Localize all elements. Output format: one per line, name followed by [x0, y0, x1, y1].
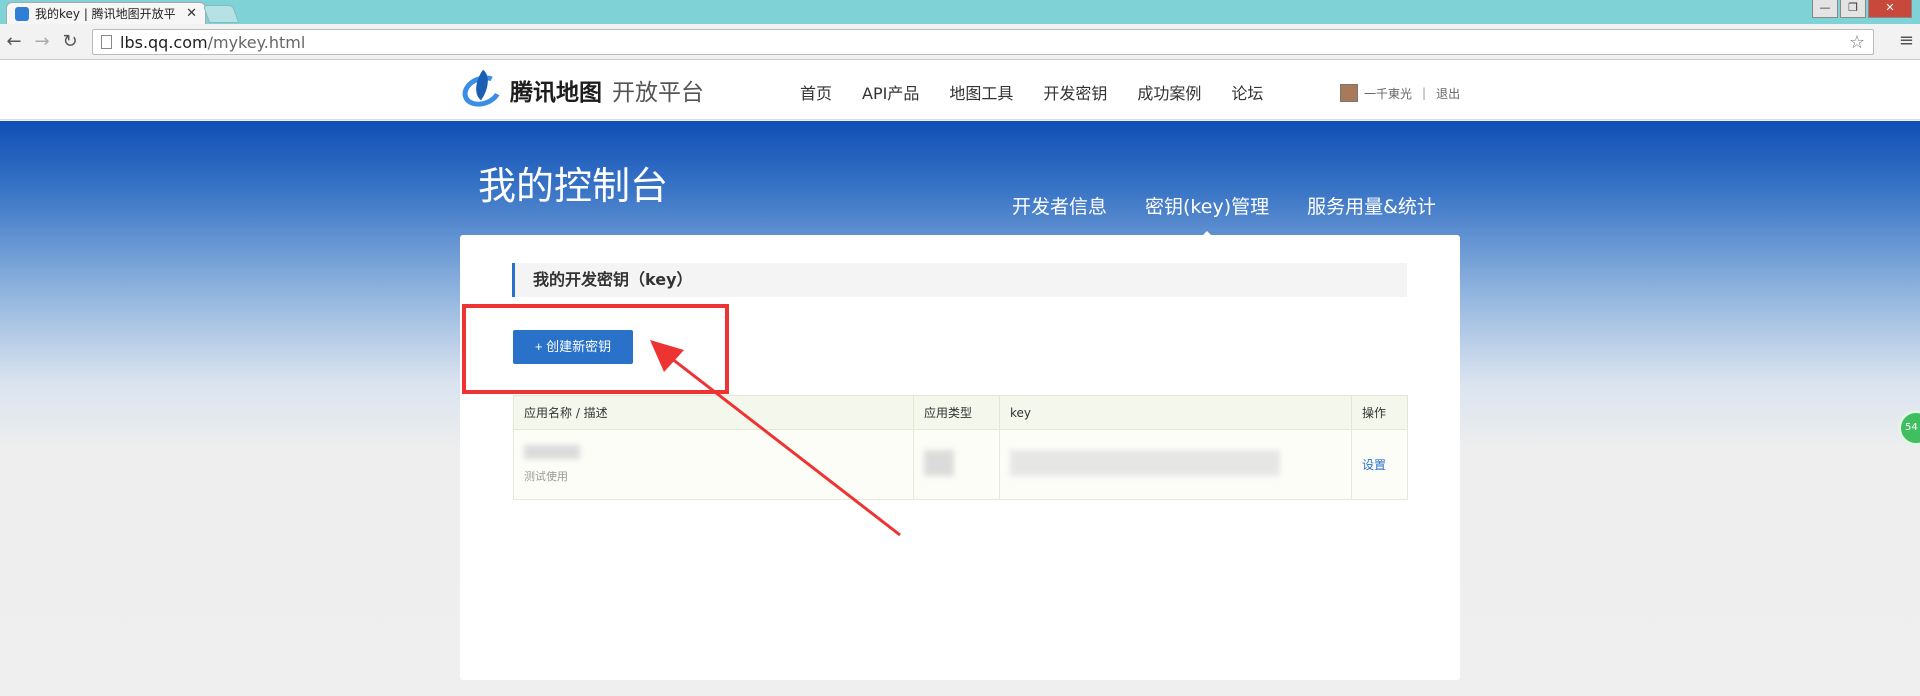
- console-tabs: 开发者信息 密钥(key)管理 服务用量&统计: [1012, 192, 1436, 239]
- nav-success-cases[interactable]: 成功案例: [1137, 80, 1201, 104]
- section-heading: 我的开发密钥（key）: [512, 263, 1407, 297]
- col-app-type: 应用类型: [913, 395, 1000, 430]
- browser-tab[interactable]: 我的key | 腾讯地图开放平 ✕: [6, 2, 206, 24]
- bookmark-star-icon[interactable]: ☆: [1849, 32, 1865, 53]
- close-tab-icon[interactable]: ✕: [186, 6, 197, 21]
- col-actions: 操作: [1351, 395, 1408, 430]
- tab-developer-info[interactable]: 开发者信息: [1012, 192, 1107, 219]
- logo-subtitle: 开放平台: [612, 80, 704, 106]
- content-card: 我的开发密钥（key） + 创建新密钥 应用名称 / 描述 应用类型 key 操…: [460, 235, 1460, 680]
- app-type-cell: [913, 429, 1000, 500]
- url-host: lbs.qq.com: [120, 32, 208, 52]
- site-favicon-icon: [15, 6, 29, 21]
- menu-icon[interactable]: ≡: [1899, 30, 1914, 51]
- logout-link[interactable]: 退出: [1436, 85, 1460, 102]
- key-cell: [999, 429, 1352, 500]
- page-icon: [101, 35, 112, 49]
- settings-link[interactable]: 设置: [1362, 458, 1386, 472]
- browser-tab-bar: 我的key | 腾讯地图开放平 ✕ — ❐ ✕: [0, 0, 1920, 24]
- blurred-app-name: [524, 445, 580, 459]
- nav-dev-keys[interactable]: 开发密钥: [1043, 80, 1107, 104]
- nav-forum[interactable]: 论坛: [1231, 80, 1263, 104]
- tab-title: 我的key | 腾讯地图开放平: [35, 7, 176, 21]
- url-input[interactable]: lbs.qq.com/mykey.html ☆: [92, 29, 1874, 55]
- actions-cell: 设置: [1351, 429, 1408, 500]
- tab-usage-stats[interactable]: 服务用量&统计: [1307, 192, 1436, 219]
- url-path: /mykey.html: [207, 32, 306, 52]
- annotation-arrow-icon: [650, 340, 901, 537]
- reload-icon[interactable]: ↻: [56, 31, 84, 52]
- site-logo[interactable]: 腾讯地图 开放平台: [458, 69, 704, 112]
- col-key: key: [999, 395, 1352, 430]
- forward-icon[interactable]: →: [28, 31, 56, 52]
- logo-name: 腾讯地图: [510, 80, 602, 106]
- back-icon[interactable]: ←: [0, 31, 28, 52]
- new-tab-button[interactable]: [202, 5, 240, 23]
- maximize-button[interactable]: ❐: [1840, 0, 1866, 18]
- blurred-key-value: [1010, 450, 1280, 476]
- page-title: 我的控制台: [478, 164, 669, 208]
- close-window-button[interactable]: ✕: [1868, 0, 1912, 18]
- tab-key-management[interactable]: 密钥(key)管理: [1145, 192, 1269, 239]
- avatar[interactable]: [1340, 84, 1358, 102]
- tencent-map-logo-icon: [458, 69, 506, 112]
- username[interactable]: 一千東光: [1364, 85, 1412, 102]
- user-area: 一千東光 | 退出: [1340, 84, 1460, 102]
- site-header: 腾讯地图 开放平台 首页 API产品 地图工具 开发密钥 成功案例 论坛 一千東…: [0, 60, 1920, 120]
- user-separator: |: [1422, 86, 1427, 100]
- nav-home[interactable]: 首页: [800, 80, 832, 104]
- address-bar-row: ← → ↻ lbs.qq.com/mykey.html ☆ ≡: [0, 24, 1920, 60]
- nav-api-products[interactable]: API产品: [862, 80, 919, 104]
- blurred-app-type: [924, 450, 954, 476]
- window-controls: — ❐ ✕: [1812, 0, 1912, 18]
- nav-map-tools[interactable]: 地图工具: [949, 80, 1013, 104]
- minimize-button[interactable]: —: [1812, 0, 1838, 18]
- main-nav: 首页 API产品 地图工具 开发密钥 成功案例 论坛: [800, 80, 1293, 104]
